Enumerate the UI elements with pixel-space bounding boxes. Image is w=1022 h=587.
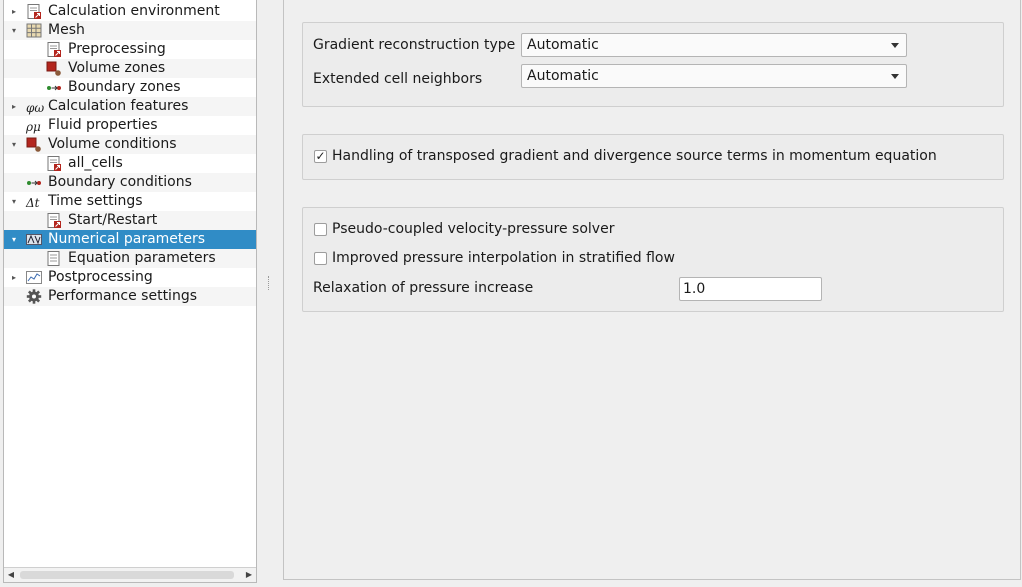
tree-item-all-cells[interactable]: all_cells <box>4 154 256 173</box>
tree-item-label: all_cells <box>68 155 123 171</box>
tree-item-label: Fluid properties <box>48 117 158 133</box>
gradient-reconstruction-value: Automatic <box>527 37 599 53</box>
tree-item-boundary-zones[interactable]: Boundary zones <box>4 78 256 97</box>
tree-item-label: Calculation environment <box>48 3 220 19</box>
transposed-gradient-checkbox[interactable]: ✓ <box>314 150 327 163</box>
file-red-icon <box>46 156 62 171</box>
tree-item-label: Mesh <box>48 22 85 38</box>
tree-item-volume-zones[interactable]: Volume zones <box>4 59 256 78</box>
tree-item-label: Numerical parameters <box>48 231 206 247</box>
tree-item-calculation-environment[interactable]: ▸ Calculation environment <box>4 2 256 21</box>
scroll-right-icon[interactable]: ▶ <box>242 568 256 582</box>
scrollbar-thumb[interactable] <box>20 571 234 579</box>
tree-item-time-settings[interactable]: ▾ Δt Time settings <box>4 192 256 211</box>
phi-omega-icon: φω <box>26 101 45 115</box>
tree-item-label: Time settings <box>48 193 143 209</box>
gradient-reconstruction-select[interactable]: Automatic <box>521 33 907 57</box>
pseudo-coupled-label: Pseudo-coupled velocity-pressure solver <box>332 221 615 237</box>
tree-item-label: Equation parameters <box>68 250 216 266</box>
tree-item-numerical-parameters[interactable]: ▾ Numerical parameters <box>4 230 256 249</box>
tree-item-label: Start/Restart <box>68 212 158 228</box>
file-red-icon <box>26 4 42 19</box>
expand-down-icon[interactable]: ▾ <box>8 135 20 154</box>
tree-item-label: Calculation features <box>48 98 189 114</box>
chevron-down-icon <box>891 74 899 79</box>
rho-mu-icon: ρμ <box>26 120 41 134</box>
tree-item-label: Preprocessing <box>68 41 166 57</box>
gradient-reconstruction-label: Gradient reconstruction type <box>313 37 516 53</box>
relaxation-input[interactable] <box>679 277 822 301</box>
tree-item-label: Volume zones <box>68 60 166 76</box>
tree-item-mesh[interactable]: ▾ Mesh <box>4 21 256 40</box>
tree-horizontal-scrollbar[interactable]: ◀ ▶ <box>4 567 256 582</box>
tree-item-volume-conditions[interactable]: ▾ Volume conditions <box>4 135 256 154</box>
checkmark-icon: ✓ <box>315 149 326 163</box>
extended-neighbors-label: Extended cell neighbors <box>313 71 483 87</box>
tree-item-performance-settings[interactable]: Performance settings <box>4 287 256 306</box>
tree-item-preprocessing[interactable]: Preprocessing <box>4 40 256 59</box>
expand-right-icon[interactable]: ▸ <box>8 268 20 287</box>
boundary-arrows-icon <box>26 175 42 190</box>
improved-pressure-checkbox[interactable] <box>314 252 327 265</box>
tree-item-label: Postprocessing <box>48 269 153 285</box>
tree-item-label: Volume conditions <box>48 136 177 152</box>
numerical-icon <box>26 232 42 247</box>
navigation-tree[interactable]: ▸ Calculation environment ▾ Mesh Preprocessi… <box>3 0 257 583</box>
volume-zones-icon <box>46 61 62 76</box>
tree-item-start-restart[interactable]: Start/Restart <box>4 211 256 230</box>
improved-pressure-label: Improved pressure interpolation in strat… <box>332 250 675 266</box>
expand-down-icon[interactable]: ▾ <box>8 21 20 40</box>
transposed-gradient-label: Handling of transposed gradient and dive… <box>332 148 937 164</box>
volume-zones-icon <box>26 137 42 152</box>
boundary-arrows-icon <box>46 80 62 95</box>
expand-right-icon[interactable]: ▸ <box>8 97 20 116</box>
scroll-left-icon[interactable]: ◀ <box>4 568 18 582</box>
tree-item-calculation-features[interactable]: ▸ φω Calculation features <box>4 97 256 116</box>
pseudo-coupled-checkbox[interactable] <box>314 223 327 236</box>
file-red-icon <box>46 42 62 57</box>
splitter-handle[interactable] <box>268 276 272 290</box>
expand-down-icon[interactable]: ▾ <box>8 192 20 211</box>
gear-icon <box>26 289 42 304</box>
extended-neighbors-value: Automatic <box>527 68 599 84</box>
expand-right-icon[interactable]: ▸ <box>8 2 20 21</box>
relaxation-label: Relaxation of pressure increase <box>313 280 534 296</box>
tree-item-fluid-properties[interactable]: ρμ Fluid properties <box>4 116 256 135</box>
tree-item-postprocessing[interactable]: ▸ Postprocessing <box>4 268 256 287</box>
tree-item-label: Performance settings <box>48 288 197 304</box>
chart-icon <box>26 270 42 285</box>
tree-item-label: Boundary conditions <box>48 174 192 190</box>
file-red-icon <box>46 213 62 228</box>
tree-item-label: Boundary zones <box>68 79 181 95</box>
extended-neighbors-select[interactable]: Automatic <box>521 64 907 88</box>
tree-item-equation-parameters[interactable]: Equation parameters <box>4 249 256 268</box>
file-plain-icon <box>46 251 62 266</box>
grid-icon <box>26 23 42 38</box>
tree-item-boundary-conditions[interactable]: Boundary conditions <box>4 173 256 192</box>
expand-down-icon[interactable]: ▾ <box>8 230 20 249</box>
chevron-down-icon <box>891 43 899 48</box>
delta-t-icon: Δt <box>26 196 40 210</box>
